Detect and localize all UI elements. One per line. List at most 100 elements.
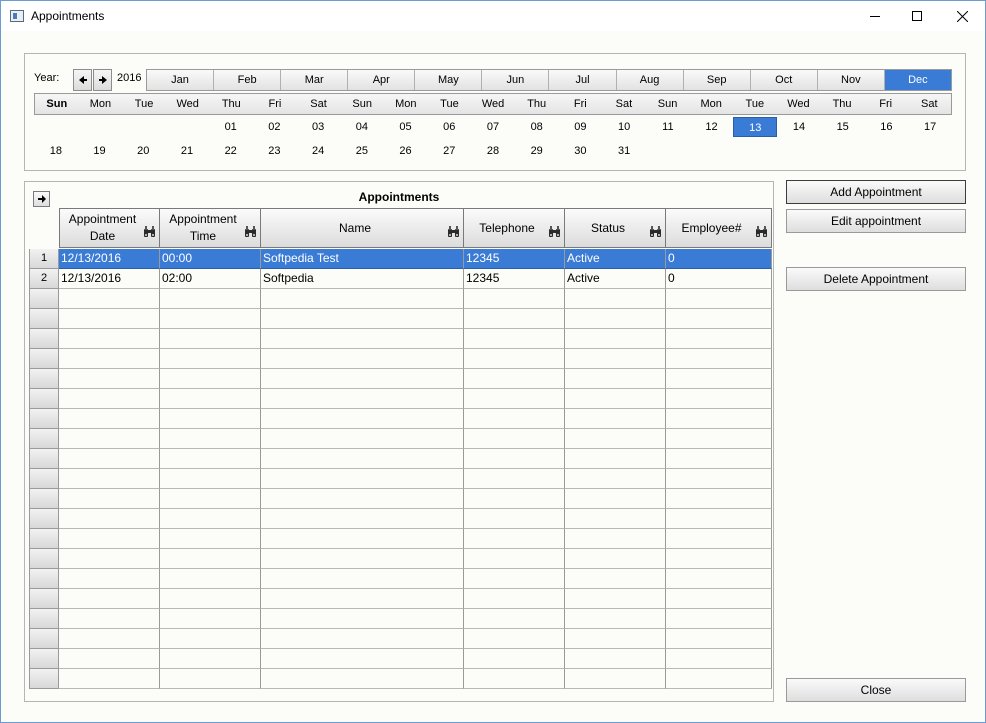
row-header[interactable] bbox=[29, 389, 59, 409]
table-cell[interactable]: 12/13/2016 bbox=[59, 249, 160, 269]
column-header[interactable]: Name bbox=[261, 208, 464, 248]
delete-appointment-button[interactable]: Delete Appointment bbox=[786, 267, 966, 291]
table-cell[interactable] bbox=[261, 629, 464, 649]
row-header[interactable] bbox=[29, 349, 59, 369]
table-cell[interactable] bbox=[160, 449, 261, 469]
table-cell[interactable]: Softpedia bbox=[261, 269, 464, 289]
table-cell[interactable] bbox=[666, 329, 772, 349]
table-cell[interactable] bbox=[565, 449, 666, 469]
table-cell[interactable] bbox=[565, 569, 666, 589]
table-cell[interactable] bbox=[160, 289, 261, 309]
binoculars-icon[interactable] bbox=[447, 226, 460, 243]
table-cell[interactable] bbox=[666, 489, 772, 509]
table-cell[interactable] bbox=[160, 309, 261, 329]
table-cell[interactable] bbox=[160, 549, 261, 569]
table-cell[interactable] bbox=[59, 349, 160, 369]
date-cell[interactable]: 14 bbox=[777, 117, 821, 137]
table-cell[interactable] bbox=[666, 449, 772, 469]
date-cell[interactable]: 06 bbox=[427, 117, 471, 137]
table-cell[interactable] bbox=[565, 389, 666, 409]
date-cell[interactable]: 22 bbox=[209, 141, 253, 161]
table-cell[interactable] bbox=[666, 289, 772, 309]
table-row[interactable] bbox=[29, 289, 772, 309]
date-cell[interactable]: 27 bbox=[427, 141, 471, 161]
date-cell[interactable]: 03 bbox=[296, 117, 340, 137]
table-cell[interactable] bbox=[261, 569, 464, 589]
table-cell[interactable] bbox=[160, 529, 261, 549]
table-row[interactable] bbox=[29, 369, 772, 389]
row-header[interactable] bbox=[29, 509, 59, 529]
table-row[interactable] bbox=[29, 649, 772, 669]
table-row[interactable] bbox=[29, 429, 772, 449]
table-cell[interactable] bbox=[261, 509, 464, 529]
table-cell[interactable] bbox=[59, 429, 160, 449]
table-cell[interactable] bbox=[565, 469, 666, 489]
row-header[interactable] bbox=[29, 489, 59, 509]
edit-appointment-button[interactable]: Edit appointment bbox=[786, 209, 966, 233]
table-cell[interactable] bbox=[666, 309, 772, 329]
month-tab-sep[interactable]: Sep bbox=[683, 70, 751, 90]
table-cell[interactable] bbox=[666, 589, 772, 609]
table-cell[interactable] bbox=[565, 489, 666, 509]
table-cell[interactable] bbox=[59, 629, 160, 649]
date-cell[interactable]: 21 bbox=[165, 141, 209, 161]
row-header[interactable] bbox=[29, 469, 59, 489]
table-cell[interactable] bbox=[464, 309, 565, 329]
table-cell[interactable] bbox=[565, 629, 666, 649]
table-cell[interactable] bbox=[59, 389, 160, 409]
date-cell[interactable]: 18 bbox=[34, 141, 78, 161]
table-cell[interactable] bbox=[666, 649, 772, 669]
table-cell[interactable] bbox=[59, 509, 160, 529]
table-row[interactable] bbox=[29, 609, 772, 629]
table-cell[interactable] bbox=[261, 309, 464, 329]
table-cell[interactable]: Active bbox=[565, 269, 666, 289]
next-year-button[interactable] bbox=[93, 69, 112, 91]
table-cell[interactable] bbox=[464, 449, 565, 469]
table-row[interactable] bbox=[29, 309, 772, 329]
row-header[interactable] bbox=[29, 529, 59, 549]
date-cell[interactable]: 30 bbox=[559, 141, 603, 161]
table-cell[interactable] bbox=[160, 389, 261, 409]
row-header[interactable] bbox=[29, 289, 59, 309]
table-cell[interactable] bbox=[59, 529, 160, 549]
table-row[interactable] bbox=[29, 409, 772, 429]
table-cell[interactable]: Active bbox=[565, 249, 666, 269]
table-cell[interactable] bbox=[666, 629, 772, 649]
table-cell[interactable] bbox=[464, 549, 565, 569]
table-row[interactable] bbox=[29, 669, 772, 689]
table-cell[interactable] bbox=[464, 569, 565, 589]
table-cell[interactable] bbox=[565, 369, 666, 389]
date-cell[interactable]: 24 bbox=[296, 141, 340, 161]
row-header[interactable] bbox=[29, 589, 59, 609]
date-cell[interactable]: 01 bbox=[209, 117, 253, 137]
table-cell[interactable] bbox=[261, 389, 464, 409]
grid-corner-button[interactable] bbox=[33, 191, 50, 207]
date-cell[interactable]: 13 bbox=[733, 117, 778, 137]
close-window-button[interactable] bbox=[940, 1, 985, 31]
date-cell[interactable]: 31 bbox=[602, 141, 646, 161]
month-tab-feb[interactable]: Feb bbox=[214, 70, 282, 90]
row-header[interactable] bbox=[29, 369, 59, 389]
table-cell[interactable] bbox=[160, 329, 261, 349]
column-header[interactable]: Appointment Time bbox=[160, 208, 261, 248]
date-cell[interactable]: 09 bbox=[559, 117, 603, 137]
table-row[interactable]: 2 12/13/2016 02:00 Softpedia 12345 Active 0 bbox=[29, 269, 772, 289]
date-cell[interactable]: 12 bbox=[690, 117, 734, 137]
table-cell[interactable] bbox=[160, 369, 261, 389]
table-cell[interactable] bbox=[261, 549, 464, 569]
date-cell[interactable]: 29 bbox=[515, 141, 559, 161]
table-row[interactable] bbox=[29, 509, 772, 529]
table-cell[interactable] bbox=[59, 329, 160, 349]
table-cell[interactable] bbox=[261, 429, 464, 449]
month-tab-mar[interactable]: Mar bbox=[281, 70, 349, 90]
table-cell[interactable]: Softpedia Test bbox=[261, 249, 464, 269]
table-cell[interactable] bbox=[666, 569, 772, 589]
month-tab-aug[interactable]: Aug bbox=[616, 70, 684, 90]
date-cell[interactable]: 02 bbox=[253, 117, 297, 137]
table-cell[interactable] bbox=[261, 589, 464, 609]
column-header[interactable]: Appointment Date bbox=[59, 208, 160, 248]
table-cell[interactable] bbox=[565, 529, 666, 549]
row-header[interactable] bbox=[29, 609, 59, 629]
close-button[interactable]: Close bbox=[786, 678, 966, 702]
add-appointment-button[interactable]: Add Appointment bbox=[786, 180, 966, 204]
